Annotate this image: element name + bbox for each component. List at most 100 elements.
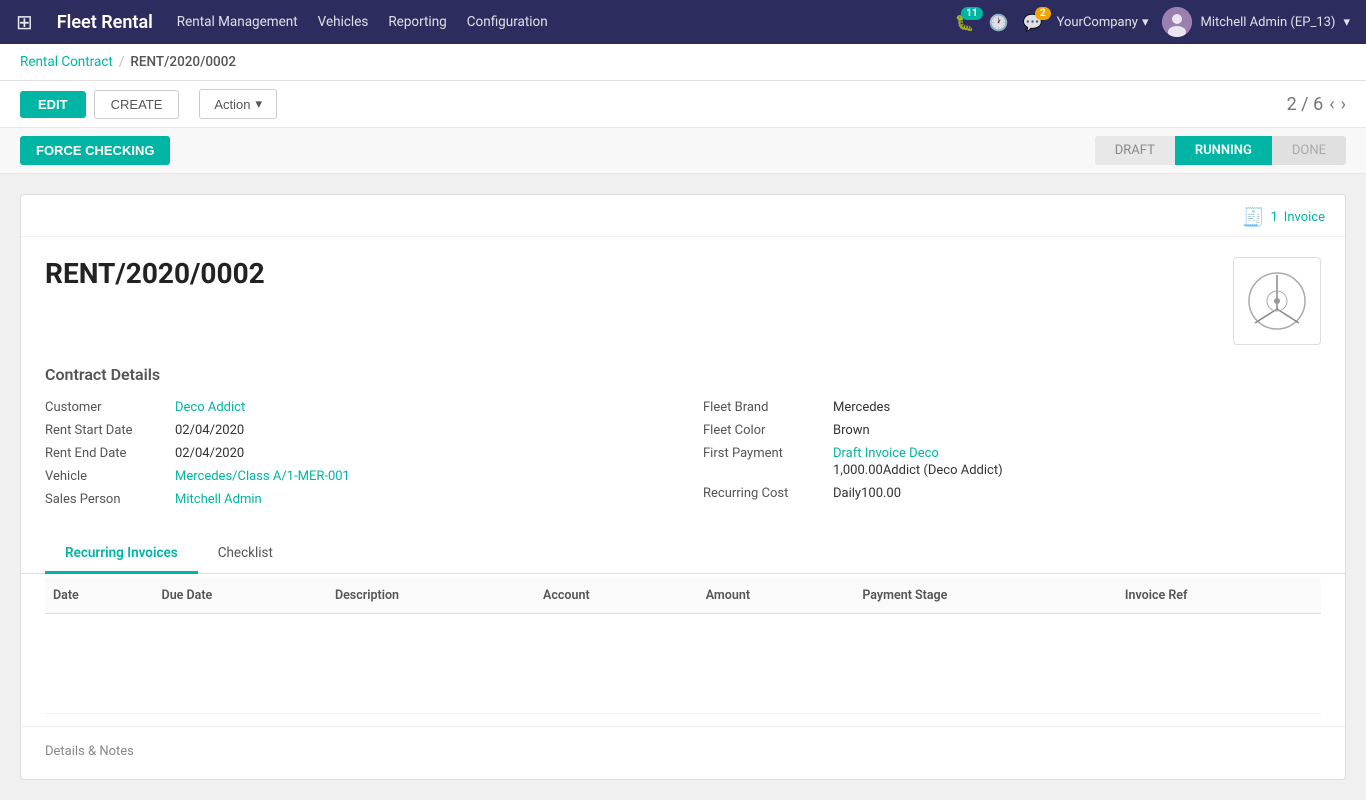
recurring-cost-label: Recurring Cost [703,486,833,501]
rent-end-label: Rent End Date [45,446,175,461]
avatar [1162,7,1192,37]
vehicle-row: Vehicle Mercedes/Class A/1-MER-001 [45,469,663,484]
fleet-brand-value: Mercedes [833,400,890,415]
user-name: Mitchell Admin (EP_13) [1200,15,1335,30]
action-label: Action [214,97,250,112]
nav-reporting[interactable]: Reporting [388,14,446,30]
action-chevron-icon: ▾ [256,96,263,112]
table-empty-cell [45,614,1321,714]
first-payment-line2: 1,000.00Addict (Deco Addict) [833,463,1003,478]
col-due-date: Due Date [154,578,327,614]
contract-details-heading: Contract Details [45,365,1321,384]
status-step-running[interactable]: RUNNING [1175,136,1272,165]
contract-card: 🧾 1 Invoice RENT/2020/0002 [20,194,1346,780]
invoice-icon: 🧾 [1242,207,1264,228]
contract-details: Contract Details Customer Deco Addict Re… [21,365,1345,527]
first-payment-row: First Payment Draft Invoice Deco 1,000.0… [703,446,1321,478]
create-button[interactable]: CREATE [94,90,180,119]
customer-row: Customer Deco Addict [45,400,663,415]
nav-position: 2 / 6 [1287,94,1324,115]
user-chevron: ▾ [1343,15,1350,30]
table-header-row: Date Due Date Description Account Amount… [45,578,1321,614]
breadcrumb-parent[interactable]: Rental Contract [20,54,113,70]
fleet-brand-label: Fleet Brand [703,400,833,415]
user-menu[interactable]: Mitchell Admin (EP_13) ▾ [1162,7,1350,37]
nav-rental-management[interactable]: Rental Management [177,14,298,30]
nav-configuration[interactable]: Configuration [467,14,548,30]
app-brand: Fleet Rental [57,12,153,33]
invoice-badge[interactable]: 🧾 1 Invoice [1242,207,1325,228]
mercedes-star-svg [1247,271,1307,331]
grid-menu-icon[interactable]: ⊞ [16,10,33,34]
first-payment-label: First Payment [703,446,833,461]
record-navigation: 2 / 6 ‹ › [1287,94,1346,115]
action-dropdown-button[interactable]: Action ▾ [199,89,277,119]
recurring-cost-value: Daily100.00 [833,486,901,501]
col-invoice-ref: Invoice Ref [1117,578,1321,614]
nav-vehicles[interactable]: Vehicles [318,14,369,30]
contract-title: RENT/2020/0002 [45,257,265,290]
breadcrumb: Rental Contract / RENT/2020/0002 [0,44,1366,81]
details-right: Fleet Brand Mercedes Fleet Color Brown F… [703,400,1321,507]
table-empty-row [45,614,1321,714]
breadcrumb-current: RENT/2020/0002 [130,54,236,70]
rent-start-label: Rent Start Date [45,423,175,438]
clock-icon: 🕐 [989,13,1009,32]
sales-person-label: Sales Person [45,492,175,507]
col-account: Account [535,578,698,614]
col-amount: Amount [698,578,855,614]
top-navigation: ⊞ Fleet Rental Rental Management Vehicle… [0,0,1366,44]
vehicle-logo [1233,257,1321,345]
first-payment-line1[interactable]: Draft Invoice Deco [833,446,1003,461]
invoice-label: Invoice [1284,210,1325,225]
table-header: Date Due Date Description Account Amount… [45,578,1321,614]
fleet-color-label: Fleet Color [703,423,833,438]
action-bar: EDIT CREATE Action ▾ 2 / 6 ‹ › [0,81,1366,128]
nav-next-icon[interactable]: › [1341,94,1346,115]
company-chevron: ▾ [1142,15,1149,30]
details-notes-section: Details & Notes [21,726,1345,759]
table-container: Date Due Date Description Account Amount… [21,578,1345,714]
contract-title-block: RENT/2020/0002 [45,257,265,290]
card-header: RENT/2020/0002 [21,237,1345,365]
fleet-color-value: Brown [833,423,870,438]
card-top-bar: 🧾 1 Invoice [21,195,1345,237]
customer-value[interactable]: Deco Addict [175,400,245,415]
brand-name: Fleet Rental [57,12,153,33]
bug-icon-btn[interactable]: 🐛 11 [955,13,975,32]
rent-end-value: 02/04/2020 [175,446,244,461]
tabs-bar: Recurring Invoices Checklist [21,535,1345,574]
status-step-done[interactable]: DONE [1272,136,1346,165]
status-steps: DRAFT RUNNING DONE [1095,136,1346,165]
avatar-svg [1162,7,1192,37]
company-name: YourCompany [1057,15,1138,30]
table-body [45,614,1321,714]
fleet-color-row: Fleet Color Brown [703,423,1321,438]
chat-badge: 2 [1035,7,1051,20]
col-date: Date [45,578,154,614]
rent-start-value: 02/04/2020 [175,423,244,438]
nav-links: Rental Management Vehicles Reporting Con… [177,14,931,30]
vehicle-label: Vehicle [45,469,175,484]
details-left: Customer Deco Addict Rent Start Date 02/… [45,400,663,507]
edit-button[interactable]: EDIT [20,91,86,118]
customer-label: Customer [45,400,175,415]
status-step-draft[interactable]: DRAFT [1095,136,1175,165]
details-grid: Customer Deco Addict Rent Start Date 02/… [45,400,1321,507]
sales-person-value[interactable]: Mitchell Admin [175,492,262,507]
breadcrumb-separator: / [119,54,125,70]
invoice-count: 1 [1270,210,1277,225]
tab-checklist[interactable]: Checklist [198,535,293,574]
vehicle-value[interactable]: Mercedes/Class A/1-MER-001 [175,469,350,484]
recurring-cost-row: Recurring Cost Daily100.00 [703,486,1321,501]
force-checking-button[interactable]: FORCE CHECKING [20,136,170,165]
status-bar: FORCE CHECKING DRAFT RUNNING DONE [0,128,1366,174]
rent-start-row: Rent Start Date 02/04/2020 [45,423,663,438]
chat-icon-btn[interactable]: 💬 2 [1023,13,1043,32]
nav-prev-icon[interactable]: ‹ [1329,94,1334,115]
first-payment-block: Draft Invoice Deco 1,000.00Addict (Deco … [833,446,1003,478]
sales-person-row: Sales Person Mitchell Admin [45,492,663,507]
tab-recurring-invoices[interactable]: Recurring Invoices [45,535,198,574]
clock-icon-btn[interactable]: 🕐 [989,13,1009,32]
company-selector[interactable]: YourCompany ▾ [1057,15,1149,30]
